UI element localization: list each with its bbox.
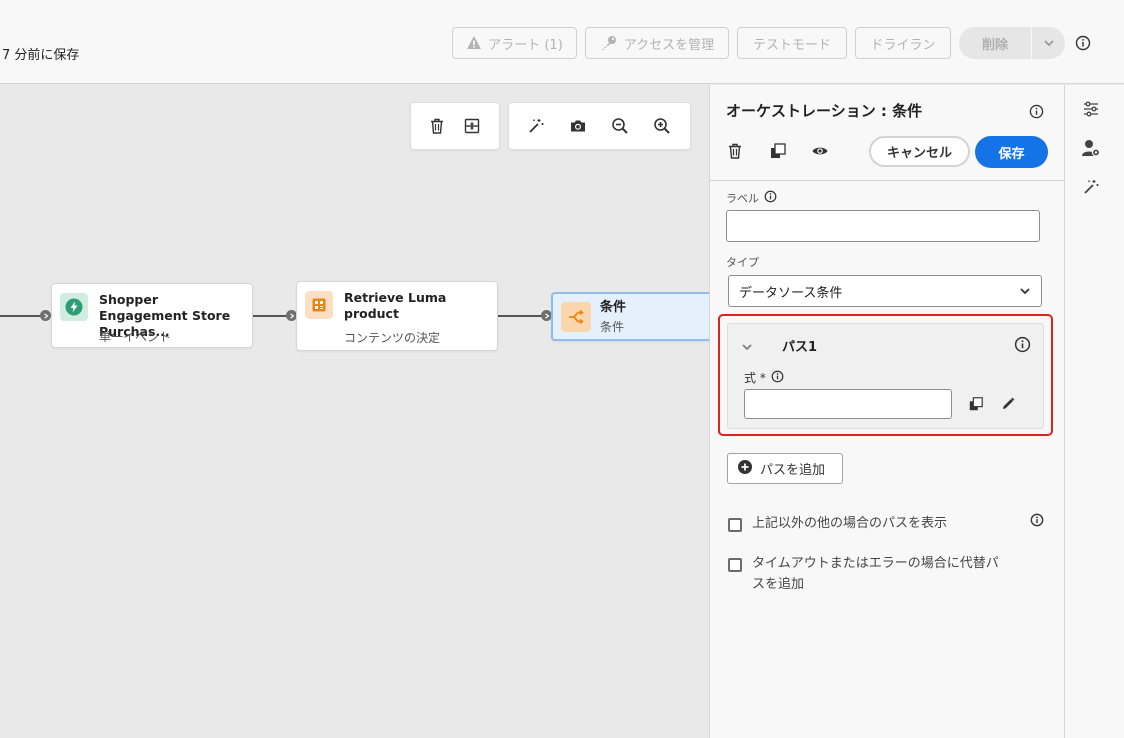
canvas-toolbar-view bbox=[508, 102, 691, 150]
add-circle-icon bbox=[737, 459, 753, 479]
add-path-button[interactable]: パスを追加 bbox=[727, 453, 843, 484]
divider bbox=[710, 180, 1065, 181]
info-icon[interactable] bbox=[771, 370, 784, 386]
trash-icon[interactable] bbox=[416, 106, 458, 146]
info-icon[interactable] bbox=[1029, 104, 1044, 123]
info-icon[interactable] bbox=[764, 190, 777, 206]
node-subtitle: 単一イベント bbox=[99, 330, 172, 344]
canvas-toolbar-edit bbox=[410, 102, 500, 150]
dry-run-label: ドライラン bbox=[870, 37, 936, 53]
panel-title: オーケストレーション : 条件 bbox=[726, 102, 923, 120]
output-port[interactable] bbox=[40, 310, 51, 321]
save-button[interactable]: 保存 bbox=[975, 136, 1048, 168]
user-settings-icon[interactable] bbox=[1081, 138, 1101, 158]
saved-status: 7 分前に保存 bbox=[2, 48, 80, 63]
checkbox-timeout-path[interactable] bbox=[728, 558, 742, 572]
connector bbox=[498, 315, 546, 317]
chevron-down-icon bbox=[1043, 37, 1055, 49]
label-input[interactable] bbox=[726, 210, 1040, 242]
info-icon[interactable] bbox=[1014, 336, 1031, 357]
offer-decision-icon bbox=[305, 291, 333, 319]
node-subtitle: 条件 bbox=[600, 320, 625, 334]
expression-label-text: 式 * bbox=[744, 371, 766, 385]
alerts-label: アラート (1) bbox=[488, 37, 563, 53]
node-subtitle: コンテンツの決定 bbox=[344, 331, 441, 345]
type-field-label: タイプ bbox=[726, 256, 759, 269]
connector bbox=[0, 315, 44, 317]
path-title: パス1 bbox=[782, 340, 818, 355]
test-mode-button[interactable]: テストモード bbox=[737, 27, 847, 59]
delete-label: 削除 bbox=[981, 37, 1008, 53]
edit-pencil-icon[interactable] bbox=[1000, 396, 1016, 416]
duplicate-icon[interactable] bbox=[769, 142, 787, 164]
condition-split-icon bbox=[561, 302, 591, 332]
alert-icon bbox=[466, 35, 482, 51]
label-field-label: ラベル bbox=[726, 190, 777, 206]
checkbox-other-path[interactable] bbox=[728, 518, 742, 532]
lightning-icon bbox=[60, 293, 88, 321]
zoom-out-icon[interactable] bbox=[599, 106, 641, 146]
delete-options-button[interactable] bbox=[1032, 27, 1065, 59]
checkbox-other-path-label: 上記以外の他の場合のパスを表示 bbox=[752, 516, 948, 531]
trash-icon[interactable] bbox=[726, 142, 744, 164]
journey-node-condition[interactable]: 条件 条件 bbox=[551, 292, 713, 341]
camera-icon[interactable] bbox=[557, 106, 599, 146]
split-view-icon[interactable] bbox=[458, 106, 486, 146]
delete-button[interactable]: 削除 bbox=[959, 27, 1031, 59]
chevron-down-icon bbox=[1019, 285, 1031, 301]
path-card: パス1 式 * bbox=[727, 323, 1044, 429]
manage-access-button[interactable]: アクセスを管理 bbox=[585, 27, 729, 59]
duplicate-icon[interactable] bbox=[968, 396, 984, 416]
manage-access-label: アクセスを管理 bbox=[623, 37, 715, 53]
expression-field-label: 式 * bbox=[744, 369, 784, 386]
magic-wand-icon[interactable] bbox=[515, 106, 557, 146]
info-icon[interactable] bbox=[1075, 35, 1091, 55]
type-select[interactable]: データソース条件 bbox=[728, 275, 1042, 307]
properties-panel: オーケストレーション : 条件 キャンセル 保存 ラベル タイプ データソース条… bbox=[709, 85, 1065, 738]
journey-node-event[interactable]: Shopper Engagement Store Purchas... 単一イベ… bbox=[51, 283, 253, 348]
info-icon[interactable] bbox=[1030, 512, 1044, 531]
chevron-down-icon[interactable] bbox=[741, 338, 753, 357]
type-select-value: データソース条件 bbox=[739, 285, 843, 301]
key-icon bbox=[600, 35, 618, 51]
add-path-label: パスを追加 bbox=[760, 463, 826, 478]
right-rail bbox=[1064, 85, 1124, 738]
dry-run-button[interactable]: ドライラン bbox=[855, 27, 951, 59]
expression-input[interactable] bbox=[744, 389, 952, 419]
journey-canvas[interactable]: Shopper Engagement Store Purchas... 単一イベ… bbox=[0, 85, 713, 738]
journey-node-content-decision[interactable]: Retrieve Luma product コンテンツの決定 bbox=[296, 281, 498, 351]
alerts-button[interactable]: アラート (1) bbox=[452, 27, 577, 59]
top-bar: 7 分前に保存 アラート (1) アクセスを管理 テストモード ドライラン 削除 bbox=[0, 0, 1124, 84]
test-mode-label: テストモード bbox=[752, 37, 831, 53]
label-text: ラベル bbox=[726, 192, 759, 205]
zoom-in-icon[interactable] bbox=[641, 106, 683, 146]
node-title: Retrieve Luma product bbox=[344, 290, 447, 321]
magic-wand-icon[interactable] bbox=[1081, 177, 1101, 197]
cancel-button[interactable]: キャンセル bbox=[869, 136, 970, 167]
eye-icon[interactable] bbox=[811, 142, 829, 164]
properties-sliders-icon[interactable] bbox=[1081, 99, 1101, 119]
checkbox-timeout-path-label: タイムアウトまたはエラーの場合に代替パスを追加 bbox=[752, 556, 999, 592]
